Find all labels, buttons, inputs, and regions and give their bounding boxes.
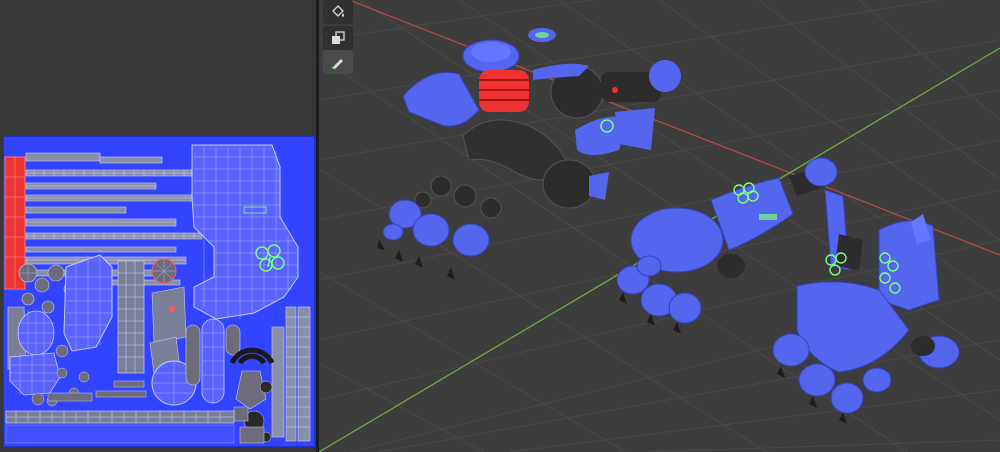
uv-island-grid-column: [117, 260, 145, 374]
clone-tool-button[interactable]: [323, 26, 353, 50]
uv-island-bottom-band: [5, 424, 235, 444]
part-top-disc-face: [471, 42, 511, 62]
uv-island-foot: [9, 352, 61, 396]
uv-island-dark-arcs: [229, 347, 275, 365]
fill-tool-button[interactable]: [323, 0, 353, 24]
blender-window: [0, 0, 1000, 452]
uv-layout-wireframe: [4, 144, 311, 444]
uv-island-plate: [151, 286, 187, 344]
brush-icon: [330, 54, 346, 70]
part-badge-emblem: [535, 32, 549, 38]
part-blue-cap: [649, 60, 681, 92]
3d-viewport-panel[interactable]: [319, 0, 1000, 452]
part-dark-sphere-lower: [542, 159, 596, 209]
part-knuckles: [414, 175, 502, 219]
part-blue-clip: [589, 172, 609, 200]
leg-front-knee-joint: [911, 336, 935, 356]
leg-back-ankle: [717, 254, 745, 278]
uv-marker-red: [169, 306, 175, 312]
leg-front-elbow: [835, 234, 863, 270]
uv-island-capsule-small: [225, 324, 241, 356]
part-blue-shell-left: [402, 71, 480, 127]
clone-icon: [330, 30, 346, 46]
leg-back-shoulder-cap: [804, 157, 838, 187]
uv-island-body-panel: [191, 144, 299, 320]
viewport-scene: [319, 0, 1000, 452]
uv-editor-panel[interactable]: [0, 0, 316, 452]
part-red-marker: [612, 87, 618, 93]
part-blue-plate: [615, 108, 655, 150]
uv-texture-sheet[interactable]: [3, 136, 315, 447]
paint-bucket-icon: [330, 4, 346, 20]
draw-tool-button[interactable]: [323, 50, 353, 74]
viewport-tool-column: [323, 0, 353, 76]
uv-island-capsule: [185, 324, 201, 386]
leg-back-emblem-text: [759, 214, 777, 220]
part-blue-toes: [382, 199, 490, 257]
